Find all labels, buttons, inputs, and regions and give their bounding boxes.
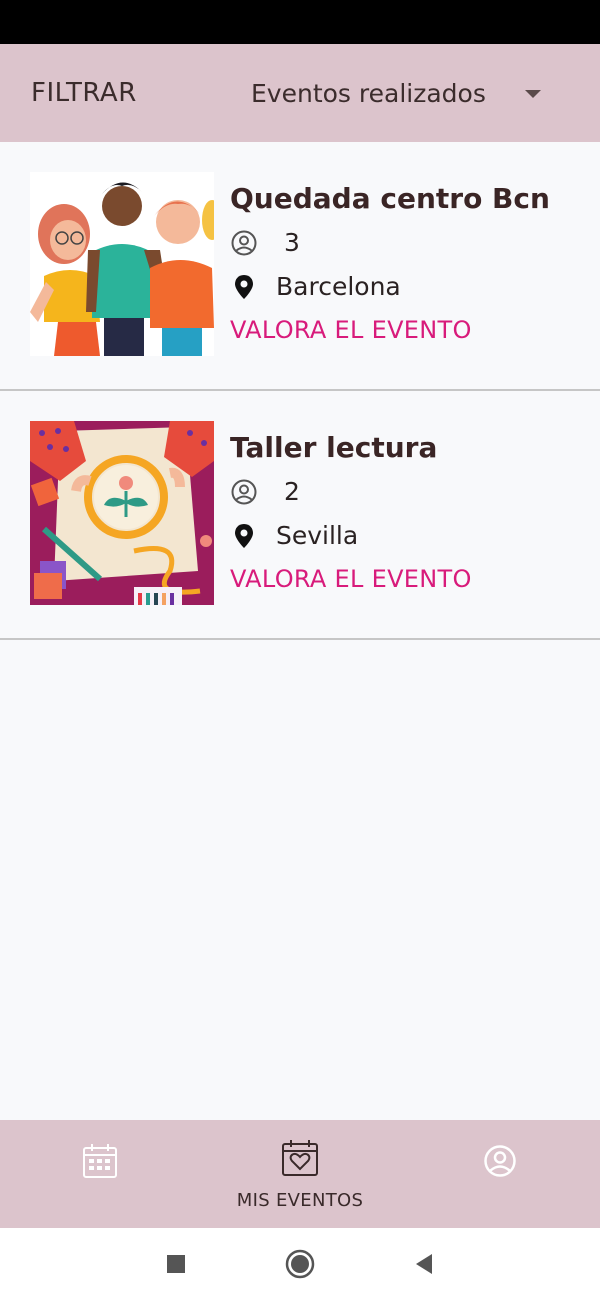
- filter-bar: FILTRAR Eventos realizados: [0, 44, 600, 142]
- event-card[interactable]: Quedada centro Bcn 3 Barcelona VALORA EL…: [0, 142, 600, 391]
- user-icon: [483, 1144, 517, 1182]
- attendees-row: 3: [230, 228, 300, 257]
- embroidery-image: [30, 421, 214, 605]
- rate-event-button[interactable]: VALORA EL EVENTO: [230, 565, 472, 593]
- location-row: Sevilla: [230, 521, 358, 550]
- home-button[interactable]: [284, 1248, 316, 1280]
- location-row: Barcelona: [230, 272, 401, 301]
- filter-selected-value: Eventos realizados: [251, 78, 486, 108]
- recent-apps-button[interactable]: [160, 1248, 192, 1280]
- event-list: Quedada centro Bcn 3 Barcelona VALORA EL…: [0, 142, 600, 640]
- dropdown-arrow-icon: [525, 90, 541, 98]
- event-status-select[interactable]: Eventos realizados: [251, 44, 571, 142]
- event-card[interactable]: Taller lectura 2 Sevilla VALORA EL EVENT…: [0, 391, 600, 640]
- calendar-icon: [81, 1142, 119, 1184]
- nav-my-events-label: MIS EVENTOS: [236, 1190, 364, 1211]
- status-bar: [0, 0, 600, 44]
- event-location: Sevilla: [276, 521, 359, 550]
- attendee-count: 2: [284, 477, 300, 506]
- user-icon: [230, 229, 258, 257]
- nav-my-events[interactable]: MIS EVENTOS: [200, 1120, 400, 1228]
- event-title: Quedada centro Bcn: [230, 182, 550, 215]
- event-title: Taller lectura: [230, 431, 438, 464]
- user-icon: [230, 478, 258, 506]
- nav-profile[interactable]: [470, 1120, 530, 1228]
- attendees-row: 2: [230, 477, 300, 506]
- back-button[interactable]: [408, 1248, 440, 1280]
- friends-group-image: [30, 172, 214, 356]
- filter-label[interactable]: FILTRAR: [31, 78, 137, 108]
- rate-event-button[interactable]: VALORA EL EVENTO: [230, 316, 472, 344]
- attendee-count: 3: [284, 228, 300, 257]
- location-pin-icon: [230, 522, 258, 550]
- location-pin-icon: [230, 273, 258, 301]
- system-navigation-bar: [0, 1228, 600, 1300]
- event-location: Barcelona: [276, 272, 401, 301]
- bottom-navigation: MIS EVENTOS: [0, 1120, 600, 1228]
- nav-calendar[interactable]: [70, 1120, 130, 1228]
- calendar-heart-icon: [280, 1138, 320, 1182]
